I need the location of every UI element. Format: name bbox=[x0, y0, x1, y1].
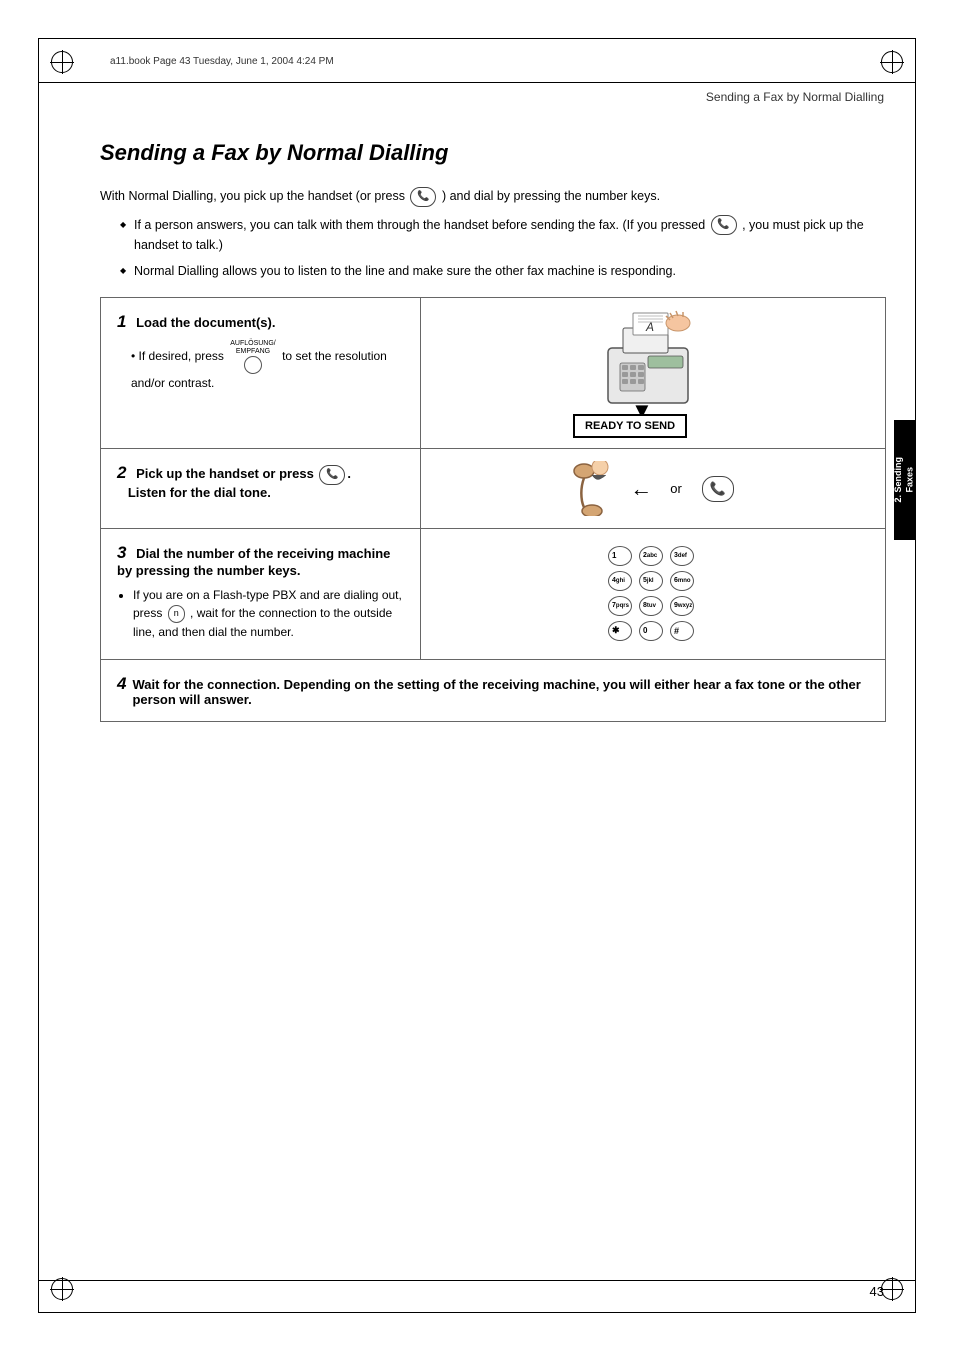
resolution-button-label: AUFLÖSUNG/EMPFANG bbox=[230, 340, 276, 355]
main-content: Sending a Fax by Normal Dialling With No… bbox=[100, 110, 886, 1281]
ready-to-send-display: READY TO SEND bbox=[573, 414, 687, 438]
bullet-1: If a person answers, you can talk with t… bbox=[120, 215, 886, 256]
file-info: a11.book Page 43 Tuesday, June 1, 2004 4… bbox=[110, 56, 334, 67]
crosshair-top-left bbox=[50, 50, 74, 74]
key-6: 6mno bbox=[670, 571, 694, 591]
step-2-right: ← or 📞 bbox=[421, 449, 885, 528]
key-7: 7pqrs bbox=[608, 596, 632, 616]
resolution-button-group: AUFLÖSUNG/EMPFANG bbox=[230, 340, 276, 373]
section-header: Sending a Fax by Normal Dialling bbox=[706, 90, 884, 104]
keypad: 1 2abc 3def 4ghi 5jkl 6mno 7pqrs 8tuv 9w… bbox=[608, 546, 698, 643]
step-3-right: 1 2abc 3def 4ghi 5jkl 6mno 7pqrs 8tuv 9w… bbox=[421, 529, 885, 659]
handset-svg bbox=[570, 461, 620, 516]
intro-paragraph: With Normal Dialling, you pick up the ha… bbox=[100, 186, 886, 207]
step-3-number: 3 bbox=[117, 543, 126, 562]
step-1-title: 1 Load the document(s). bbox=[117, 312, 404, 332]
resolution-button-circle bbox=[244, 356, 262, 374]
step-2: 2 Pick up the handset or press 📞. Listen… bbox=[101, 449, 885, 529]
step-3-sub-item: If you are on a Flash-type PBX and are d… bbox=[133, 586, 404, 641]
step-3-title: 3 Dial the number of the receiving machi… bbox=[117, 543, 404, 578]
instruction-box: 1 Load the document(s). • If desired, pr… bbox=[100, 297, 886, 722]
intro-bullets: If a person answers, you can talk with t… bbox=[120, 215, 886, 282]
step2-illustration: ← or 📞 bbox=[570, 461, 736, 516]
key-4: 4ghi bbox=[608, 571, 632, 591]
step-2-left: 2 Pick up the handset or press 📞. Listen… bbox=[101, 449, 421, 528]
key-0: 0 bbox=[639, 621, 663, 641]
step-1-right: A bbox=[421, 298, 885, 448]
step-4-title: Wait for the connection. Depending on th… bbox=[132, 677, 869, 707]
step-2-title: 2 Pick up the handset or press 📞. Listen… bbox=[117, 463, 404, 500]
step-4-number: 4 bbox=[117, 674, 126, 694]
bullet-2: Normal Dialling allows you to listen to … bbox=[120, 261, 886, 281]
key-9: 9wxyz bbox=[670, 596, 694, 616]
key-star: ✱ bbox=[608, 621, 632, 641]
crosshair-top-right bbox=[880, 50, 904, 74]
key-hash: # bbox=[670, 621, 694, 641]
step-1-number: 1 bbox=[117, 312, 126, 331]
step-1-left: 1 Load the document(s). • If desired, pr… bbox=[101, 298, 421, 448]
key-1: 1 bbox=[608, 546, 632, 566]
sidebar-tab-text: 2. SendingFaxes bbox=[893, 457, 916, 503]
svg-text:A: A bbox=[645, 320, 654, 334]
step2-button-icon: 📞 bbox=[702, 476, 734, 502]
step-1: 1 Load the document(s). • If desired, pr… bbox=[101, 298, 885, 449]
handset-icon-inline: 📞 bbox=[410, 187, 436, 207]
page-title: Sending a Fax by Normal Dialling bbox=[100, 140, 886, 166]
flash-button: n bbox=[168, 605, 185, 623]
handset-icon-bullet: 📞 bbox=[711, 215, 737, 235]
or-label: or bbox=[670, 481, 682, 496]
key-3: 3def bbox=[670, 546, 694, 566]
or-arrow: ← bbox=[630, 476, 652, 502]
step-3-sub: If you are on a Flash-type PBX and are d… bbox=[117, 586, 404, 641]
step-4: 4 Wait for the connection. Depending on … bbox=[101, 660, 885, 721]
step2-handset-icon: 📞 bbox=[319, 465, 345, 485]
header-line bbox=[38, 82, 916, 83]
page-number: 43 bbox=[870, 1284, 884, 1299]
step-2-number: 2 bbox=[117, 463, 126, 482]
sidebar-tab: 2. SendingFaxes bbox=[894, 420, 916, 540]
key-5: 5jkl bbox=[639, 571, 663, 591]
key-8: 8tuv bbox=[639, 596, 663, 616]
key-2: 2abc bbox=[639, 546, 663, 566]
step-1-sub: • If desired, press AUFLÖSUNG/EMPFANG to… bbox=[131, 340, 404, 391]
step-3: 3 Dial the number of the receiving machi… bbox=[101, 529, 885, 660]
step-3-left: 3 Dial the number of the receiving machi… bbox=[101, 529, 421, 659]
